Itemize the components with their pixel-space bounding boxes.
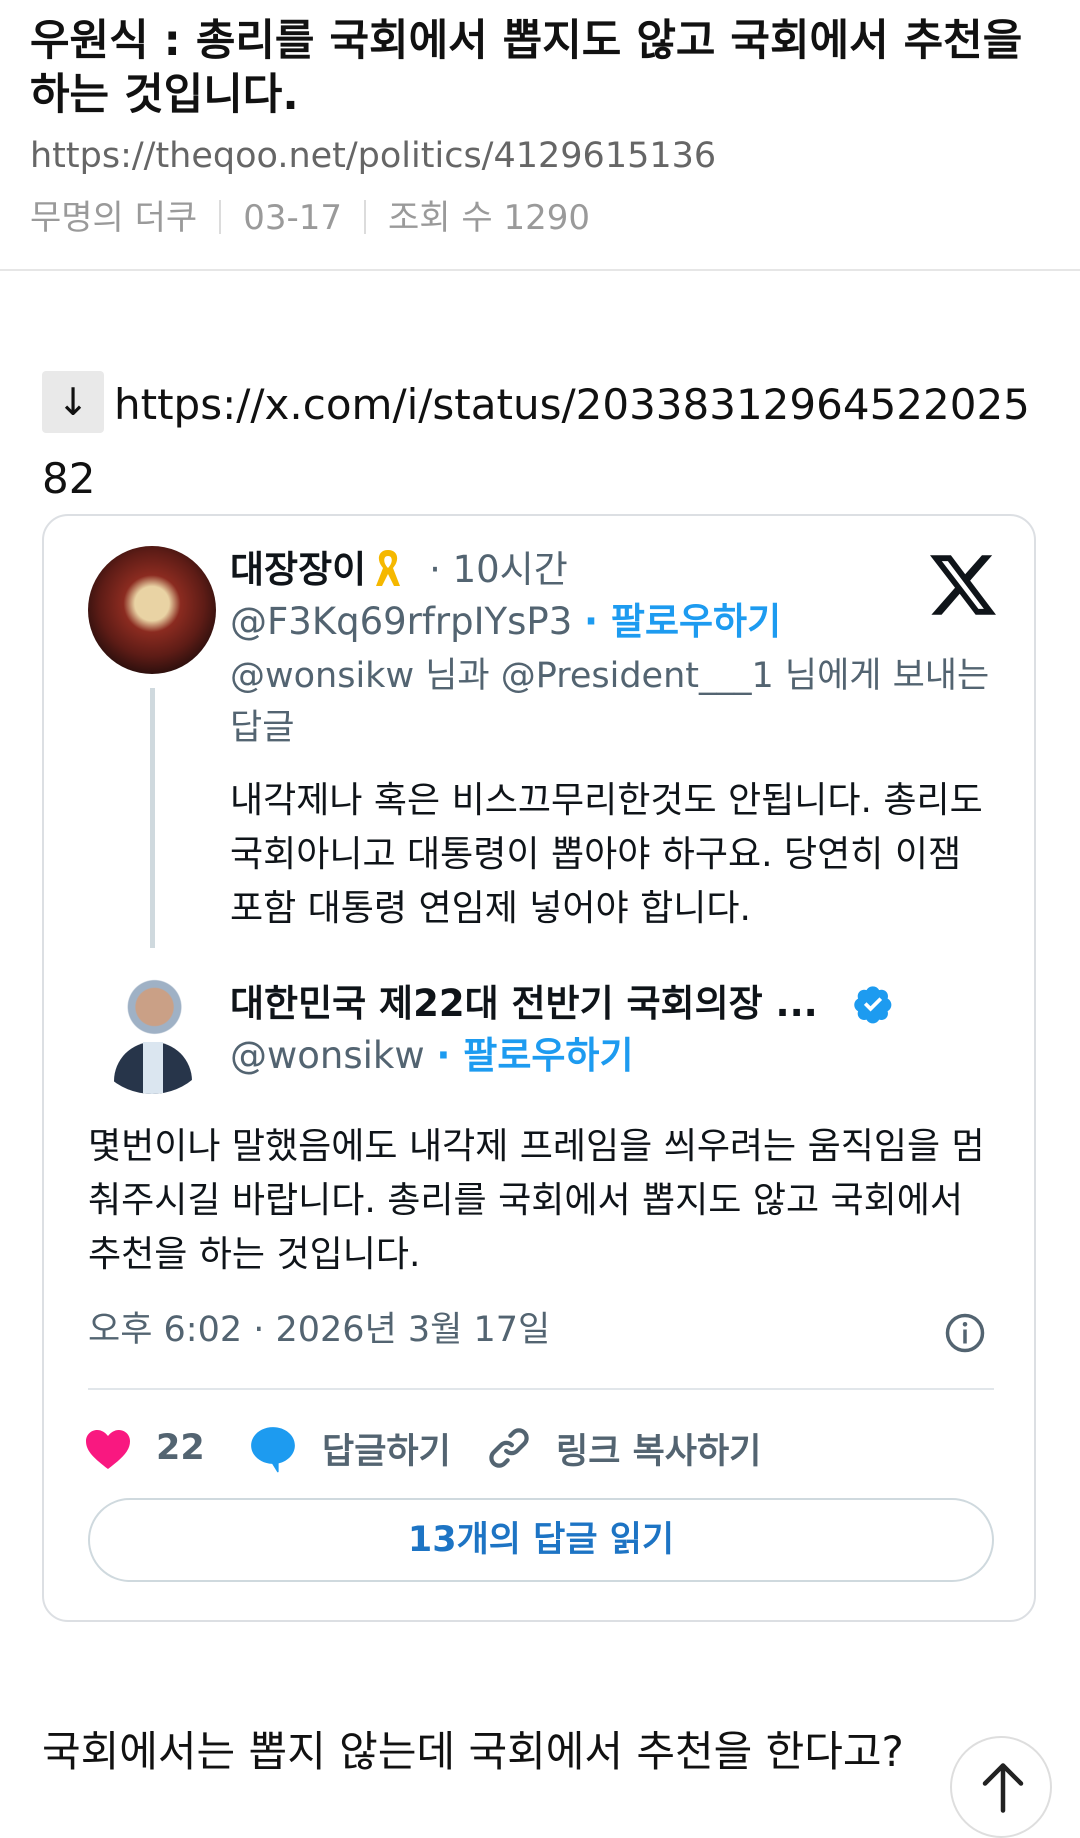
x-logo-icon[interactable] (930, 552, 996, 618)
like-action[interactable]: 22 (84, 1418, 205, 1478)
tweet-embed-card[interactable]: 대장장이 · 10시간 @F3Kq69rfrpIYsP3 · 팔로우하기 @wo… (42, 514, 1036, 1622)
avatar[interactable] (88, 546, 216, 674)
thread-connector-line (150, 688, 155, 948)
post-title: 우원식 : 총리를 국회에서 뽑지도 않고 국회에서 추천을 하는 것입니다. (30, 16, 1023, 120)
follow-button[interactable]: · 팔로우하기 (584, 600, 781, 643)
main-handle-row: @wonsikw · 팔로우하기 (230, 1032, 634, 1080)
heart-icon (86, 1430, 130, 1469)
link-icon (489, 1428, 529, 1468)
post-url[interactable]: https://theqoo.net/politics/4129615136 (30, 134, 716, 178)
avatar[interactable] (88, 966, 216, 1094)
info-icon[interactable] (944, 1312, 986, 1354)
post-author[interactable]: 무명의 더쿠 (30, 198, 197, 238)
post-meta: 무명의 더쿠 03-17 조회 수 1290 (30, 196, 590, 240)
verified-badge-icon (854, 986, 892, 1024)
reply-to-line[interactable]: @wonsikw 님과 @President___1 님에게 보내는 답글 (230, 650, 1010, 754)
parent-tweet-text: 내각제나 혹은 비스끄무리한것도 안됩니다. 총리도 국회아니고 대통령이 뽑아… (230, 780, 983, 929)
post-body-comment: 국회에서는 뽑지 않는데 국회에서 추천을 한다고? (42, 1727, 904, 1776)
divider (88, 1388, 994, 1390)
meta-divider (219, 200, 222, 234)
meta-divider (364, 200, 367, 234)
tweet-timestamp[interactable]: 오후 6:02 · 2026년 3월 17일 (88, 1306, 550, 1354)
scroll-to-top-button[interactable] (950, 1736, 1052, 1838)
follow-button[interactable]: · 팔로우하기 (436, 1034, 633, 1077)
yellow-ribbon-icon (376, 550, 401, 586)
main-tweet-text: 몇번이나 말했음에도 내각제 프레임을 씌우려는 움직임을 멈춰주시길 바랍니다… (88, 1126, 985, 1275)
read-replies-button[interactable]: 13개의 답글 읽기 (88, 1498, 994, 1582)
parent-display-name: 대장장이 (230, 548, 367, 591)
reply-action[interactable]: 답글하기 (248, 1418, 451, 1478)
source-link[interactable]: https://x.com/i/status/20338312964522025… (42, 380, 1030, 503)
main-handle[interactable]: @wonsikw (230, 1034, 425, 1077)
like-count: 22 (156, 1428, 205, 1468)
arrow-up-icon (982, 1763, 1024, 1813)
source-line: ↓ https://x.com/i/status/2033831296452202… (42, 368, 1042, 516)
parent-tweet-author[interactable]: 대장장이 · 10시간 (230, 546, 568, 594)
post-views: 조회 수 1290 (388, 198, 590, 238)
down-arrow-icon: ↓ (42, 371, 104, 433)
reply-label: 답글하기 (322, 1431, 451, 1472)
copy-link-label: 링크 복사하기 (556, 1431, 762, 1472)
copy-link-action[interactable]: 링크 복사하기 (486, 1418, 761, 1478)
post-date: 03-17 (243, 198, 343, 238)
parent-tweet-time: · 10시간 (429, 548, 568, 591)
post-header: 우원식 : 총리를 국회에서 뽑지도 않고 국회에서 추천을 하는 것입니다. … (0, 0, 1080, 271)
parent-handle-row: @F3Kq69rfrpIYsP3 · 팔로우하기 (230, 598, 781, 646)
main-display-name[interactable]: 대한민국 제22대 전반기 국회의장 ... (230, 980, 818, 1028)
reply-bubble-icon (251, 1427, 295, 1473)
parent-handle[interactable]: @F3Kq69rfrpIYsP3 (230, 600, 572, 643)
